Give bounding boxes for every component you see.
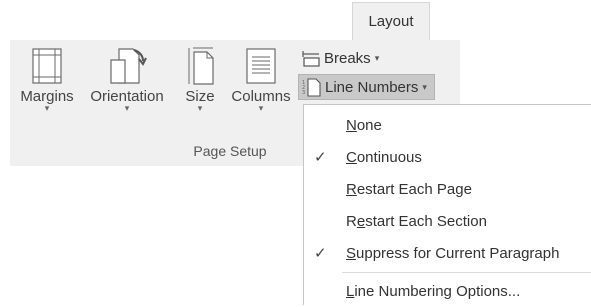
line-numbers-icon: 1 2 3 bbox=[302, 78, 321, 97]
breaks-button[interactable]: Breaks ▾ bbox=[301, 47, 379, 69]
margins-button[interactable]: Margins ▾ bbox=[14, 46, 80, 113]
menu-item-restart-each-page[interactable]: Restart Each Page bbox=[304, 173, 591, 205]
menu-item-label: Suppress for Current Paragraph bbox=[346, 244, 560, 262]
menu-item-label: Continuous bbox=[346, 148, 422, 166]
orientation-icon bbox=[110, 48, 147, 84]
columns-button[interactable]: Columns ▾ bbox=[230, 46, 292, 113]
line-numbers-label: Line Numbers bbox=[325, 78, 419, 96]
columns-icon bbox=[246, 48, 276, 84]
check-icon: ✓ bbox=[314, 245, 327, 262]
menu-item-label: None bbox=[346, 116, 382, 134]
check-icon: ✓ bbox=[314, 149, 327, 166]
size-icon bbox=[188, 47, 214, 85]
group-label-page-setup: Page Setup bbox=[193, 143, 267, 159]
chevron-down-icon: ▾ bbox=[374, 52, 380, 63]
menu-item-label: Restart Each Section bbox=[346, 212, 487, 230]
orientation-button[interactable]: Orientation ▾ bbox=[84, 46, 170, 113]
menu-item-line-numbering-options[interactable]: Line Numbering Options... bbox=[304, 275, 591, 307]
svg-text:3: 3 bbox=[302, 90, 305, 96]
size-button[interactable]: Size ▾ bbox=[178, 46, 222, 113]
menu-item-suppress-for-current-paragraph[interactable]: ✓ Suppress for Current Paragraph bbox=[304, 237, 591, 269]
menu-item-none[interactable]: None bbox=[304, 109, 591, 141]
menu-separator bbox=[342, 272, 591, 273]
menu-item-label: Restart Each Page bbox=[346, 180, 472, 198]
tab-layout-label: Layout bbox=[368, 13, 414, 30]
chevron-down-icon: ▾ bbox=[422, 81, 427, 92]
tab-layout[interactable]: Layout bbox=[352, 2, 430, 40]
menu-item-label: Line Numbering Options... bbox=[346, 282, 521, 300]
line-numbers-button[interactable]: 1 2 3 Line Numbers ▾ bbox=[298, 74, 435, 100]
breaks-label: Breaks bbox=[324, 49, 371, 67]
menu-item-continuous[interactable]: ✓ Continuous bbox=[304, 141, 591, 173]
margins-icon bbox=[32, 48, 62, 84]
breaks-icon bbox=[302, 51, 320, 67]
line-numbers-menu: None ✓ Continuous Restart Each Page Rest… bbox=[303, 104, 591, 305]
menu-item-restart-each-section[interactable]: Restart Each Section bbox=[304, 205, 591, 237]
